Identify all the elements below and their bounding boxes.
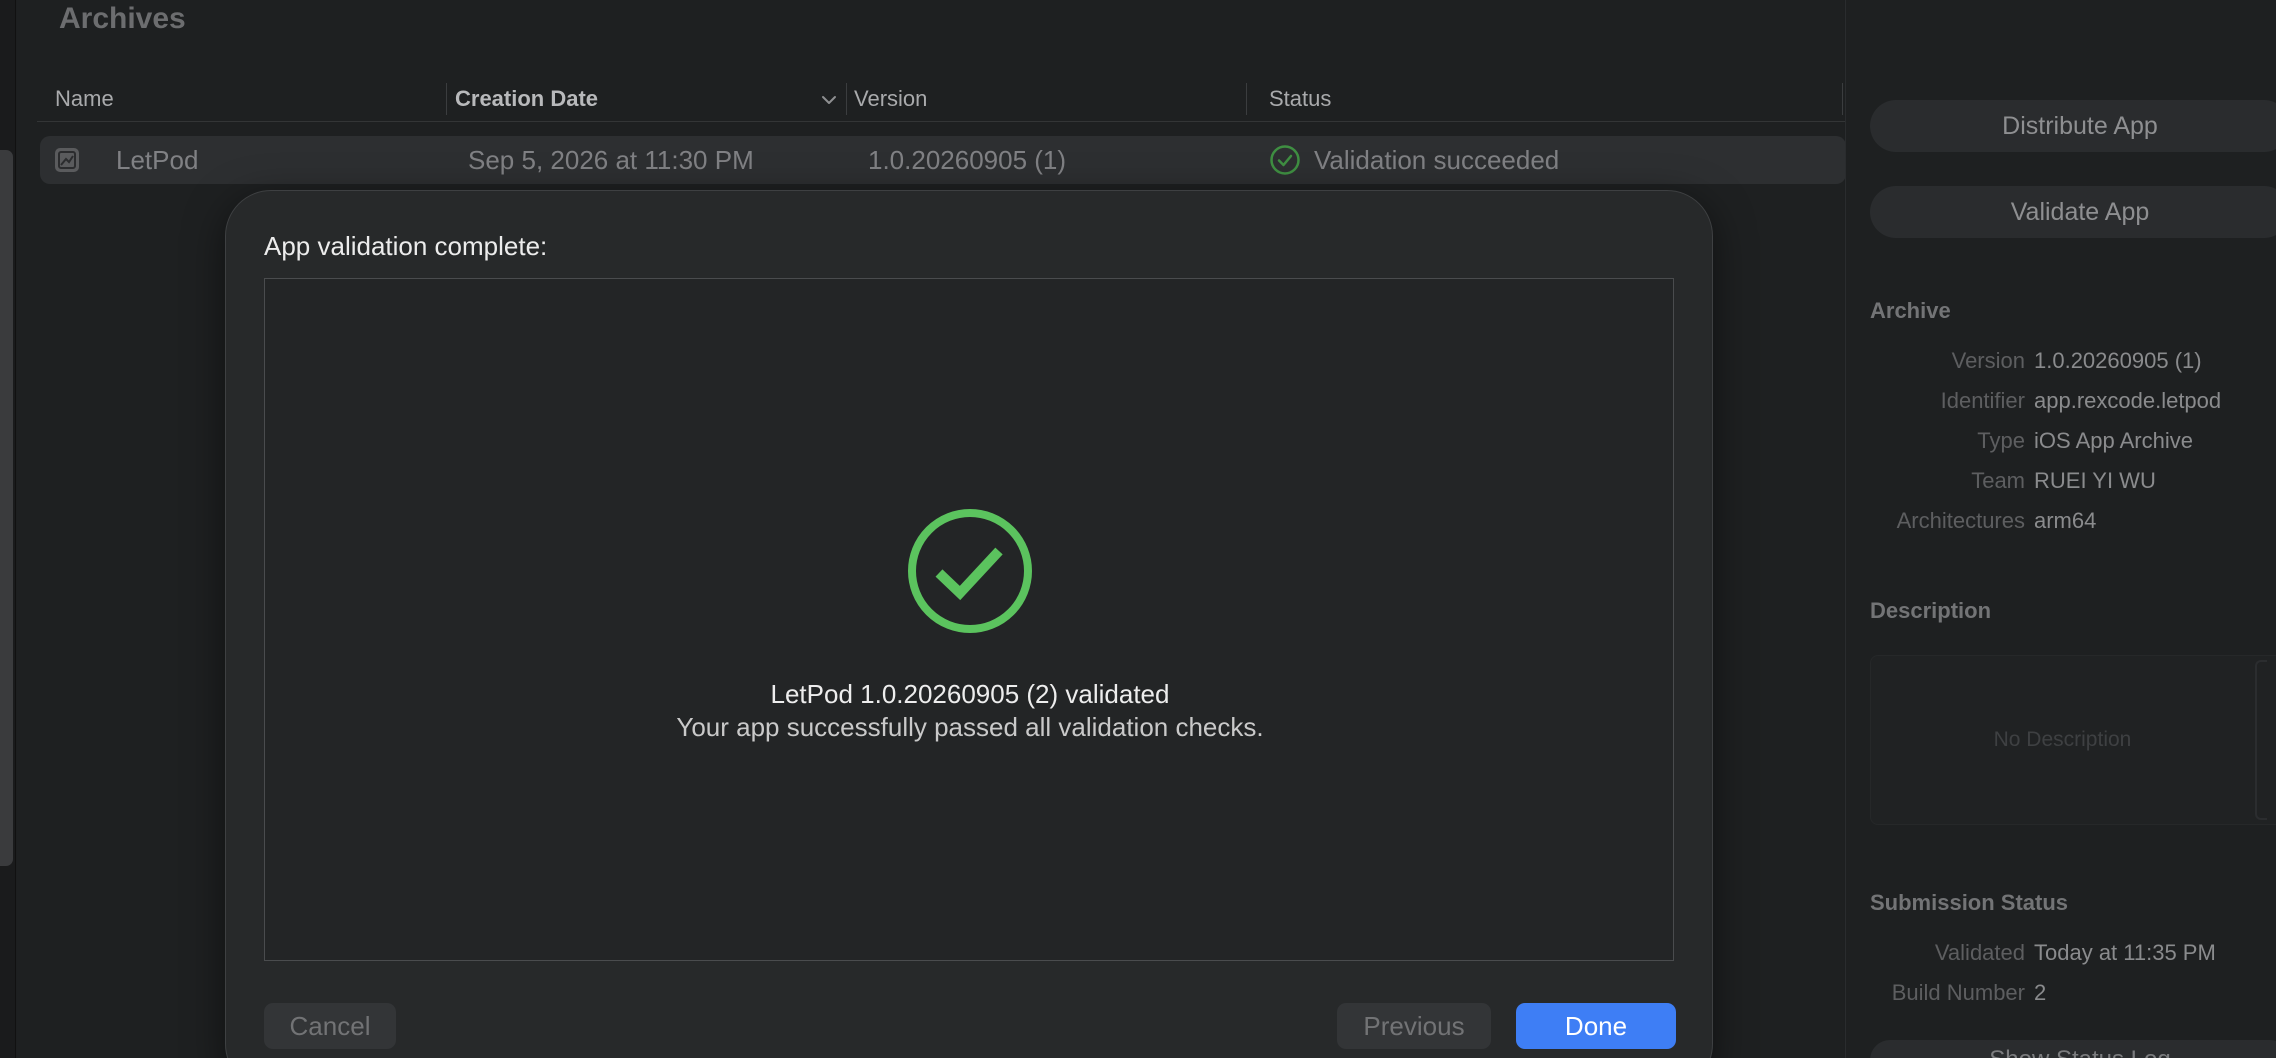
field-label-validated: Validated: [1934, 940, 2025, 965]
column-separator: [446, 83, 447, 115]
cancel-button[interactable]: Cancel: [264, 1003, 396, 1049]
sheet-title: App validation complete:: [264, 231, 548, 261]
table-row[interactable]: LetPod Sep 5, 2026 at 11:30 PM 1.0.20260…: [40, 136, 1846, 184]
field-label-identifier: Identifier: [1940, 388, 2025, 413]
description-field[interactable]: No Description: [1870, 655, 2276, 825]
chevron-down-icon[interactable]: [817, 88, 841, 112]
field-label-team: Team: [1971, 468, 2025, 493]
field-label-type: Type: [1977, 428, 2025, 453]
field-label-version: Version: [1951, 348, 2025, 373]
validation-sheet: App validation complete: LetPod 1.0.2026…: [225, 190, 1713, 1058]
field-value-architectures: arm64: [2034, 508, 2097, 533]
previous-button[interactable]: Previous: [1337, 1003, 1491, 1049]
column-header-name[interactable]: Name: [55, 76, 114, 122]
row-creation-date: Sep 5, 2026 at 11:30 PM: [468, 145, 754, 175]
column-separator: [1842, 83, 1843, 115]
column-header-version[interactable]: Version: [854, 76, 927, 122]
field-value-team: RUEI YI WU: [2034, 468, 2156, 493]
description-scroll-edge: [2255, 660, 2267, 820]
field-value-identifier: app.rexcode.letpod: [2034, 388, 2222, 413]
field-label-architectures: Architectures: [1896, 508, 2025, 533]
description-section-title: Description: [1870, 598, 1992, 623]
archive-section-title: Archive: [1870, 298, 1951, 323]
column-separator: [846, 83, 847, 115]
result-panel: LetPod 1.0.20260905 (2) validated Your a…: [264, 278, 1674, 961]
row-status: Validation succeeded: [1314, 145, 1560, 175]
field-value-type: iOS App Archive: [2034, 428, 2193, 453]
column-header-status[interactable]: Status: [1269, 76, 1331, 122]
field-value-build-number: 2: [2034, 980, 2047, 1005]
field-label-build-number: Build Number: [1891, 980, 2025, 1005]
left-edge-panel: [0, 0, 16, 1058]
description-placeholder: No Description: [1993, 728, 2132, 751]
column-header-creation-date[interactable]: Creation Date: [455, 76, 598, 122]
row-name: LetPod: [116, 145, 199, 175]
show-status-log-button[interactable]: Show Status Log: [1870, 1040, 2276, 1058]
archives-title: Archives: [59, 2, 186, 35]
field-value-validated: Today at 11:35 PM: [2034, 940, 2216, 965]
archives-table-header: Name Creation Date Version Status: [37, 76, 1847, 122]
validate-app-button[interactable]: Validate App: [1870, 186, 2276, 238]
submission-status-title: Submission Status: [1870, 890, 2069, 915]
inspector-panel: Distribute App Validate App Archive Vers…: [1845, 0, 2276, 1058]
distribute-app-button[interactable]: Distribute App: [1870, 100, 2276, 152]
checkmark-circle-icon: [1270, 145, 1300, 175]
field-value-version: 1.0.20260905 (1): [2034, 348, 2202, 373]
result-title: LetPod 1.0.20260905 (2) validated: [770, 679, 1170, 709]
result-subtitle: Your app successfully passed all validat…: [676, 712, 1264, 742]
left-scrollbar[interactable]: [0, 150, 13, 866]
row-version: 1.0.20260905 (1): [868, 145, 1067, 175]
archive-app-icon: [55, 148, 79, 172]
done-button[interactable]: Done: [1516, 1003, 1676, 1049]
checkmark-circle-icon: [908, 509, 1032, 633]
column-separator: [1246, 83, 1247, 115]
